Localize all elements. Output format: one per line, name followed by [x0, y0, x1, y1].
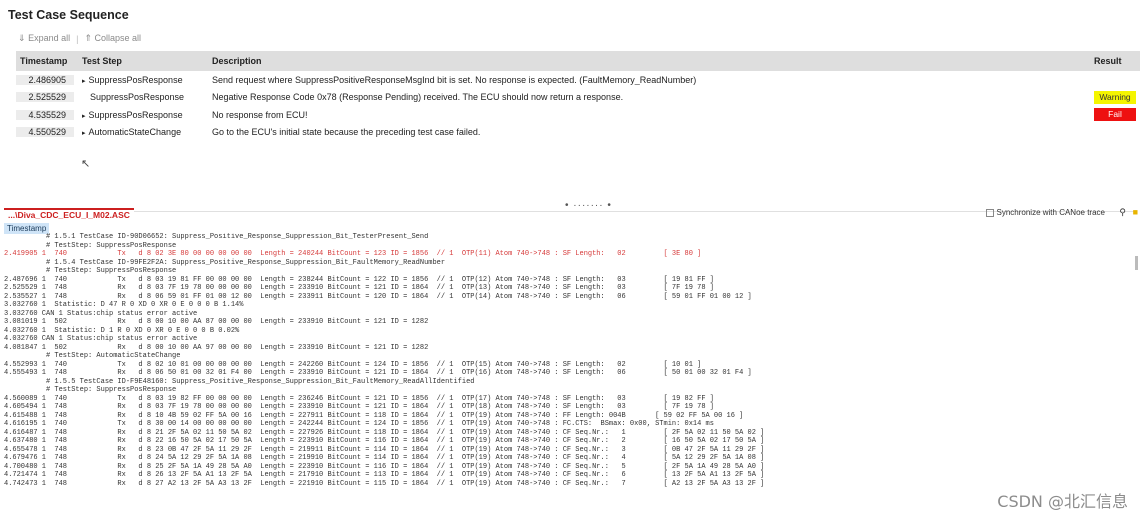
watermark: CSDN @北汇信息	[997, 492, 1128, 511]
folder-icon[interactable]: ■	[1133, 207, 1138, 217]
row-timestamp: 4.550529	[16, 127, 74, 138]
row-test-step-label: SuppressPosResponse	[88, 74, 183, 85]
bullet-icon: ▸	[82, 112, 86, 120]
row-description: Go to the ECU's initial state because th…	[212, 127, 481, 138]
trace-line[interactable]: 2.535527 1 748 Rx d 8 06 59 01 FF 01 00 …	[4, 293, 1132, 302]
chevron-double-down-icon: ⇓	[18, 33, 26, 43]
toolbar-divider: |	[76, 33, 79, 44]
collapse-all-label: Collapse all	[94, 33, 142, 43]
page-title: Test Case Sequence	[8, 8, 129, 22]
status-badge: Fail	[1094, 108, 1136, 122]
trace-line[interactable]: 4.032760 CAN 1 Status:chip status error …	[4, 335, 1132, 344]
status-badge: Warning	[1094, 90, 1136, 104]
row-description: Send request where SuppressPositiveRespo…	[212, 74, 697, 85]
sync-checkbox[interactable]: Synchronize with CANoe trace	[985, 208, 1106, 217]
search-icon[interactable]: ⚲	[1119, 207, 1126, 218]
trace-line[interactable]: 4.605494 1 748 Rx d 8 03 7F 19 78 00 00 …	[4, 403, 1132, 412]
bullet-icon: ▸	[82, 130, 86, 138]
row-result: Fail	[1082, 108, 1140, 122]
row-result: Warning	[1082, 90, 1140, 104]
trace-line[interactable]: # TestStep: SuppressPosResponse	[4, 242, 1132, 251]
trace-scrollbar[interactable]	[1135, 256, 1138, 270]
trace-line[interactable]: # 1.5.1 TestCase ID-90D06652: Suppress_P…	[4, 233, 1132, 242]
trace-line[interactable]: 4.032760 1 Statistic: D 1 R 0 XD 0 XR 0 …	[4, 327, 1132, 336]
trace-line[interactable]: 4.655478 1 748 Rx d 8 23 0B 47 2F 5A 11 …	[4, 446, 1132, 455]
row-timestamp: 4.535529	[16, 109, 74, 120]
table-row[interactable]: 2.486905 ▸ SuppressPosResponse Send request…	[16, 71, 1140, 89]
header-description[interactable]: Description	[199, 56, 1082, 66]
header-test-step[interactable]: Test Step	[74, 56, 199, 66]
trace-line[interactable]: 3.032760 CAN 1 Status:chip status error …	[4, 310, 1132, 319]
table-row[interactable]: 2.525529 SuppressPosResponse Negative Resp…	[16, 89, 1140, 107]
tab-strip-line	[4, 211, 1134, 212]
row-timestamp: 2.486905	[16, 74, 74, 85]
trace-line[interactable]: # TestStep: SuppressPosResponse	[4, 386, 1132, 395]
trace-log: # 1.5.1 TestCase ID-90D06652: Suppress_P…	[4, 233, 1132, 522]
trace-line[interactable]: 4.560089 1 740 Tx d 8 03 19 82 FF 00 00 …	[4, 395, 1132, 404]
trace-line[interactable]: 4.721474 1 748 Rx d 8 26 13 2F 5A A1 13 …	[4, 471, 1132, 480]
trace-line[interactable]: 3.032760 1 Statistic: D 47 R 0 XD 0 XR 0…	[4, 301, 1132, 310]
header-result[interactable]: Result	[1082, 56, 1140, 66]
expand-all-label: Expand all	[28, 33, 71, 43]
sync-label: Synchronize with CANoe trace	[996, 208, 1106, 217]
trace-line[interactable]: 2.525529 1 748 Rx d 8 03 7F 19 78 00 00 …	[4, 284, 1132, 293]
bullet-icon: ▸	[82, 77, 86, 85]
trace-line[interactable]: 4.552993 1 740 Tx d 8 02 10 01 00 00 00 …	[4, 361, 1132, 370]
row-test-step: ▸ SuppressPosResponse	[74, 75, 199, 85]
trace-line[interactable]: 4.700480 1 748 Rx d 8 25 2F 5A 1A 49 28 …	[4, 463, 1132, 472]
tree-toolbar: ⇓ Expand all | ⇑ Collapse all	[18, 33, 141, 44]
row-test-step: ▸ SuppressPosResponse	[74, 110, 199, 120]
row-test-step-label: SuppressPosResponse	[88, 109, 183, 120]
trace-line[interactable]: 4.616195 1 740 Tx d 8 30 00 14 00 00 00 …	[4, 420, 1132, 429]
row-description: No response from ECU!	[212, 109, 308, 120]
trace-line[interactable]: 2.487696 1 740 Tx d 8 03 19 81 FF 00 00 …	[4, 276, 1132, 285]
row-test-step-label: SuppressPosResponse	[90, 92, 185, 103]
table-row[interactable]: 4.550529 ▸ AutomaticStateChange Go to the E…	[16, 124, 1140, 142]
tab-trace-file[interactable]: ...\Diva_CDC_ECU_I_M02.ASC	[4, 208, 134, 221]
trace-line[interactable]: 4.555493 1 748 Rx d 8 06 50 01 00 32 01 …	[4, 369, 1132, 378]
trace-line[interactable]: # TestStep: SuppressPosResponse	[4, 267, 1132, 276]
row-timestamp: 2.525529	[16, 92, 74, 103]
collapse-all-button[interactable]: ⇑ Collapse all	[84, 33, 141, 44]
pane-splitter[interactable]: • ······· •	[565, 200, 612, 211]
trace-line[interactable]: 4.616487 1 748 Rx d 8 21 2F 5A 02 11 50 …	[4, 429, 1132, 438]
test-sequence-table: Timestamp Test Step Description Result 2…	[16, 51, 1140, 141]
trace-line[interactable]: 4.615488 1 748 Rx d 8 10 4B 59 02 FF 5A …	[4, 412, 1132, 421]
trace-line[interactable]: 4.081847 1 502 Rx d 8 00 10 00 AA 97 00 …	[4, 344, 1132, 353]
trace-line[interactable]: 4.679476 1 748 Rx d 8 24 5A 12 29 2F 5A …	[4, 454, 1132, 463]
table-row[interactable]: 4.535529 ▸ SuppressPosResponse No response …	[16, 106, 1140, 124]
trace-line[interactable]: # 1.5.4 TestCase ID-99FE2F2A: Suppress_P…	[4, 259, 1132, 268]
row-test-step: ▸ AutomaticStateChange	[74, 127, 199, 137]
trace-line[interactable]: # TestStep: AutomaticStateChange	[4, 352, 1132, 361]
mouse-cursor-icon: ↖	[81, 158, 91, 170]
row-test-step: SuppressPosResponse	[74, 92, 199, 102]
expand-all-button[interactable]: ⇓ Expand all	[18, 33, 70, 44]
row-test-step-label: AutomaticStateChange	[88, 127, 182, 138]
trace-line[interactable]: 4.742473 1 748 Rx d 8 27 A2 13 2F 5A A3 …	[4, 480, 1132, 489]
row-description: Negative Response Code 0x78 (Response Pe…	[212, 92, 624, 103]
trace-line[interactable]: 2.419905 1 740 Tx d 8 02 3E 80 00 00 00 …	[4, 250, 1132, 259]
trace-line[interactable]: 4.637480 1 748 Rx d 8 22 16 50 5A 02 17 …	[4, 437, 1132, 446]
table-header: Timestamp Test Step Description Result	[16, 51, 1140, 71]
trace-line[interactable]: 3.081019 1 502 Rx d 8 00 10 00 AA 87 00 …	[4, 318, 1132, 327]
chevron-double-up-icon: ⇑	[84, 33, 92, 43]
header-timestamp[interactable]: Timestamp	[16, 56, 74, 66]
checkbox-icon	[985, 208, 994, 217]
trace-line[interactable]: # 1.5.5 TestCase ID-F9E48160: Suppress_P…	[4, 378, 1132, 387]
